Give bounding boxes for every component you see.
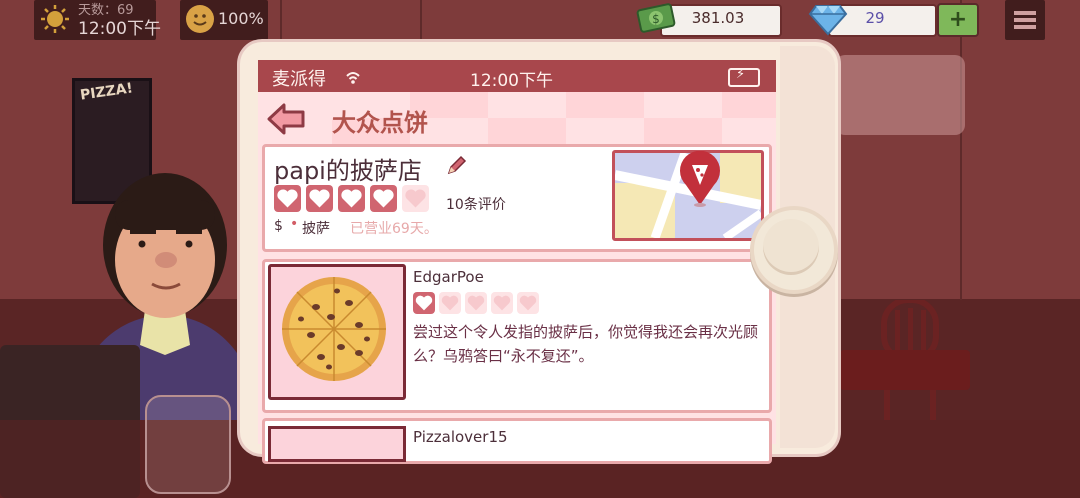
sun-icon	[41, 5, 69, 33]
wall-plank	[960, 0, 962, 300]
review-photo[interactable]	[268, 264, 406, 400]
pizza-image	[282, 277, 386, 381]
days-open: 已营业69天。	[350, 221, 438, 237]
shop-name: papi的披萨店	[274, 157, 422, 185]
heart-empty-icon	[517, 292, 539, 314]
heart-filled-icon	[274, 185, 301, 212]
back-arrow-icon[interactable]	[266, 102, 306, 136]
wifi-icon	[346, 72, 360, 84]
checker-tile	[644, 118, 722, 144]
menu-icon	[1014, 11, 1036, 15]
carrier-name: 麦派得	[272, 69, 326, 90]
checker-tile	[722, 92, 776, 118]
home-button-face	[763, 219, 819, 275]
add-gems-button[interactable]: +	[937, 3, 979, 37]
heart-filled-icon	[413, 292, 435, 314]
charging-bolt-icon: ⚡	[736, 67, 746, 82]
checker-tile	[488, 118, 566, 144]
reviewer-name: Pizzalover15	[413, 428, 508, 446]
heart-empty-icon	[439, 292, 461, 314]
heart-empty-icon	[402, 185, 429, 212]
checker-tile	[566, 92, 644, 118]
location-pin-icon	[680, 151, 720, 207]
app-title: 大众点饼	[332, 109, 428, 137]
heart-filled-icon	[338, 185, 365, 212]
menu-icon-bar	[1014, 25, 1036, 29]
mood-value: 100%	[218, 9, 264, 28]
gem-value: 29	[865, 9, 885, 27]
review-photo[interactable]	[268, 426, 406, 462]
reviewer-name: EdgarPoe	[413, 268, 484, 286]
svg-text:$: $	[652, 12, 660, 26]
edit-pencil-icon[interactable]	[445, 155, 467, 177]
tip-jar[interactable]	[145, 395, 231, 494]
heart-empty-icon	[491, 292, 513, 314]
air-conditioner	[835, 55, 965, 135]
menu-icon-bar	[1014, 18, 1036, 22]
status-clock: 12:00下午	[470, 71, 553, 91]
game-time: 12:00下午	[78, 19, 161, 39]
review-count: 10条评价	[446, 197, 506, 213]
price-level: $	[274, 218, 283, 234]
cuisine-type: 披萨	[302, 221, 330, 237]
heart-empty-icon	[465, 292, 487, 314]
dining-table	[840, 350, 970, 390]
money-value: 381.03	[691, 9, 745, 27]
separator-dot: •	[290, 216, 299, 232]
review-text: 尝过这个令人发指的披萨后，你觉得我还会再次光顾么？乌鸦答曰“永不复还”。	[413, 323, 759, 365]
heart-filled-icon	[306, 185, 333, 212]
heart-filled-icon	[370, 185, 397, 212]
happy-face-icon	[186, 5, 214, 33]
